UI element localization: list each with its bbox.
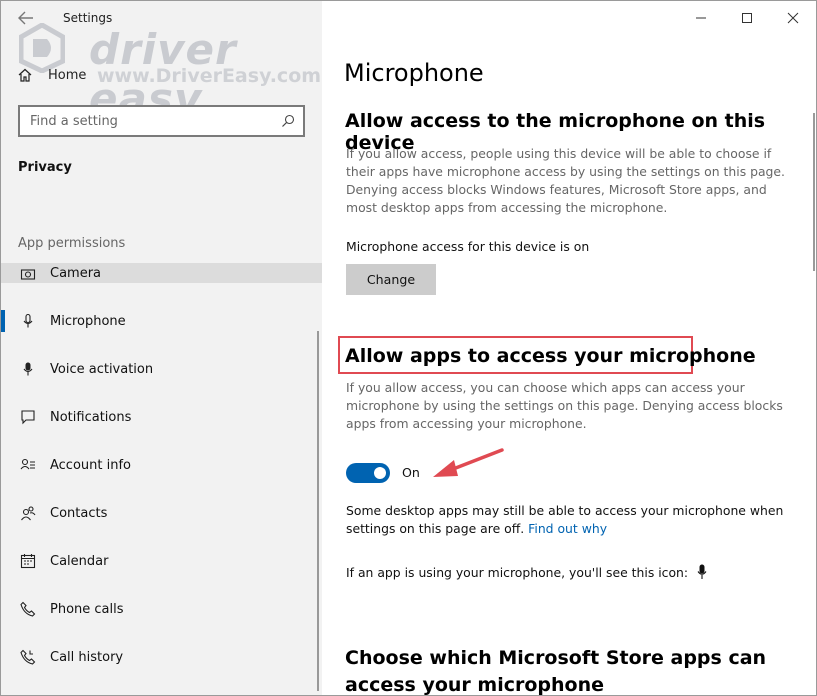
voice-activation-icon	[19, 360, 37, 378]
minimize-button[interactable]	[678, 1, 724, 35]
nav-list: Camera Microphone Voice activation Notif…	[1, 263, 322, 681]
group-title-app-permissions: App permissions	[18, 236, 126, 251]
maximize-button[interactable]	[724, 1, 770, 35]
minimize-icon	[696, 17, 706, 19]
apps-access-heading: Allow apps to access your microphone	[345, 345, 756, 367]
change-button[interactable]: Change	[346, 264, 436, 295]
close-button[interactable]	[770, 1, 816, 35]
toggle-state-label: On	[402, 465, 420, 480]
sidebar-item-microphone[interactable]: Microphone	[1, 297, 322, 345]
sidebar-item-contacts[interactable]: Contacts	[1, 489, 322, 537]
calendar-icon	[19, 552, 37, 570]
apps-access-description: If you allow access, you can choose whic…	[346, 380, 783, 431]
home-label: Home	[48, 67, 87, 83]
sidebar-item-voice-activation[interactable]: Voice activation	[1, 345, 322, 393]
device-access-description: If you allow access, people using this d…	[346, 146, 785, 215]
apps-access-toggle[interactable]	[346, 463, 390, 483]
main-content: Microphone Allow access to the microphon…	[322, 1, 816, 696]
mic-icon-note-text: If an app is using your microphone, you'…	[346, 564, 689, 580]
sidebar-item-label: Voice activation	[50, 361, 154, 377]
mic-icon-note: If an app is using your microphone, you'…	[346, 564, 707, 580]
contacts-icon	[19, 504, 37, 522]
sidebar-item-account-info[interactable]: Account info	[1, 441, 322, 489]
sidebar: Settings driver easy www.DriverEasy.com …	[1, 1, 322, 695]
search-box[interactable]	[18, 105, 305, 137]
sidebar-item-home[interactable]: Home	[17, 64, 86, 86]
sidebar-item-label: Camera	[50, 266, 102, 281]
sidebar-item-label: Account info	[50, 457, 132, 473]
desktop-apps-note: Some desktop apps may still be able to a…	[346, 502, 796, 538]
title-bar: Settings	[1, 1, 322, 35]
sidebar-item-label: Phone calls	[50, 601, 124, 617]
window-controls	[678, 1, 816, 35]
sidebar-item-label: Microphone	[50, 313, 126, 329]
sidebar-item-calendar[interactable]: Calendar	[1, 537, 322, 585]
device-access-status: Microphone access for this device is on	[346, 239, 590, 254]
sidebar-item-phone-calls[interactable]: Phone calls	[1, 585, 322, 633]
sidebar-item-camera[interactable]: Camera	[1, 263, 322, 283]
back-button[interactable]	[15, 8, 37, 28]
sidebar-item-notifications[interactable]: Notifications	[1, 393, 322, 441]
close-icon	[787, 12, 799, 24]
microphone-icon	[19, 312, 37, 330]
settings-window: Settings driver easy www.DriverEasy.com …	[0, 0, 817, 696]
sidebar-item-call-history[interactable]: Call history	[1, 633, 322, 681]
phone-calls-icon	[19, 600, 37, 618]
search-icon[interactable]	[281, 114, 295, 128]
watermark-url: www.DriverEasy.com	[97, 65, 322, 87]
microphone-in-use-icon	[697, 564, 707, 579]
notifications-icon	[19, 408, 37, 426]
maximize-icon	[742, 13, 752, 23]
store-apps-heading: Choose which Microsoft Store apps can ac…	[345, 647, 767, 696]
sidebar-item-label: Notifications	[50, 409, 132, 425]
call-history-icon	[19, 648, 37, 666]
arrow-annotation-icon	[433, 448, 504, 477]
sidebar-item-label: Call history	[50, 649, 124, 665]
sidebar-scrollbar[interactable]	[317, 331, 319, 691]
section-title-privacy: Privacy	[18, 160, 72, 175]
camera-icon	[19, 265, 37, 283]
back-arrow-icon	[18, 11, 33, 25]
home-icon	[18, 68, 32, 82]
sidebar-item-label: Calendar	[50, 553, 109, 569]
sidebar-item-label: Contacts	[50, 505, 108, 521]
toggle-knob	[374, 467, 386, 479]
page-title: Microphone	[344, 59, 484, 87]
find-out-why-link[interactable]: Find out why	[528, 521, 607, 536]
account-info-icon	[19, 456, 37, 474]
search-input[interactable]	[20, 107, 260, 135]
window-title: Settings	[63, 11, 113, 25]
